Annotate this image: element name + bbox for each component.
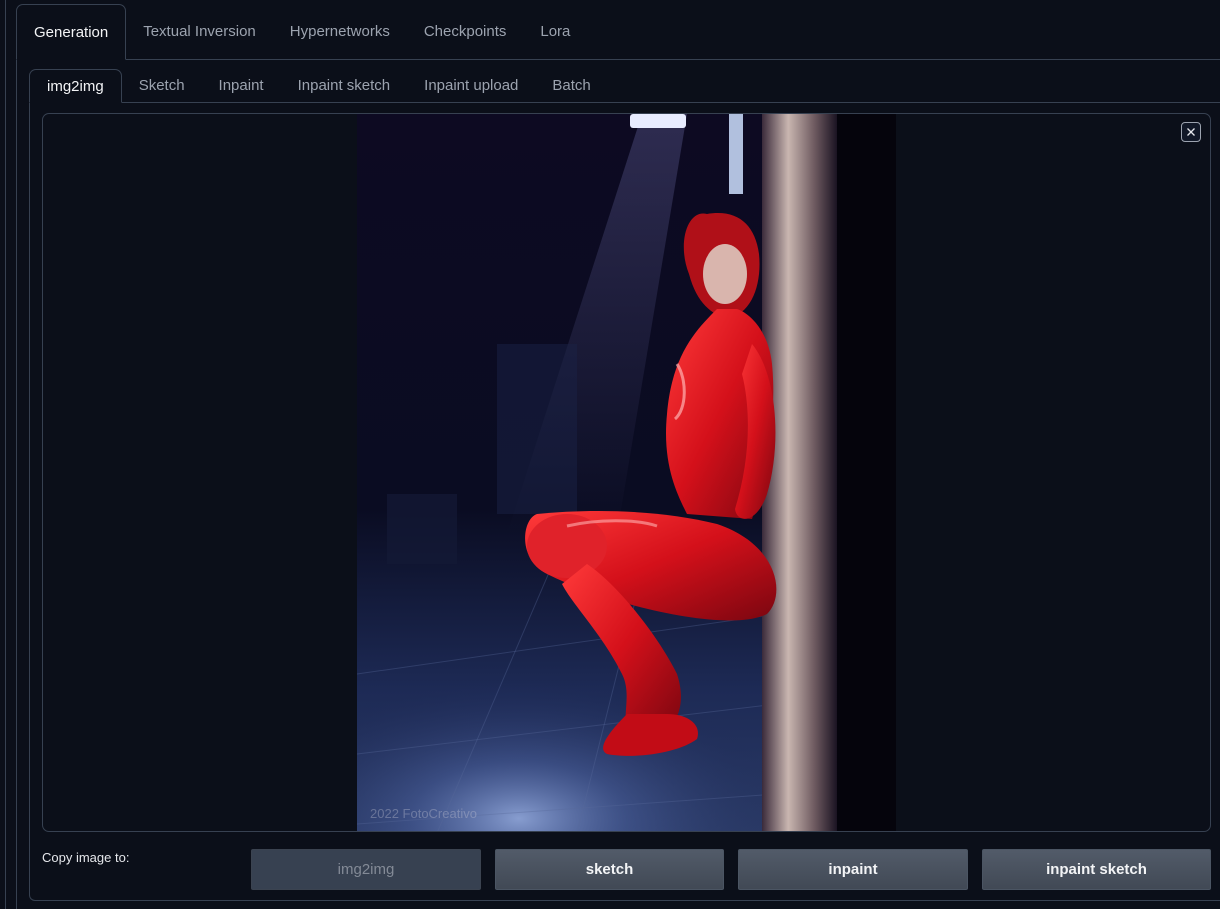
copy-to-inpaint-button[interactable]: inpaint — [738, 849, 968, 890]
image-watermark: 2022 FotoCreativo — [370, 806, 477, 821]
tab-checkpoints[interactable]: Checkpoints — [407, 4, 524, 59]
input-image: 2022 FotoCreativo — [357, 114, 896, 831]
top-tab-bar: Generation Textual Inversion Hypernetwor… — [16, 4, 1220, 60]
tab-generation[interactable]: Generation — [16, 4, 127, 60]
copy-to-inpaint-sketch-button[interactable]: inpaint sketch — [982, 849, 1211, 890]
sub-tab-bar: img2img Sketch Inpaint Inpaint sketch In… — [29, 69, 1220, 103]
copy-to-img2img-button[interactable]: img2img — [251, 849, 481, 890]
copy-image-to-label: Copy image to: — [42, 850, 130, 865]
tab-inpaint-upload[interactable]: Inpaint upload — [407, 69, 535, 102]
tab-sketch[interactable]: Sketch — [122, 69, 202, 102]
tab-inpaint[interactable]: Inpaint — [202, 69, 281, 102]
image-input-area[interactable]: 2022 FotoCreativo — [42, 113, 1211, 832]
close-icon — [1187, 128, 1195, 136]
copy-to-sketch-button[interactable]: sketch — [495, 849, 724, 890]
tab-textual-inversion[interactable]: Textual Inversion — [126, 4, 273, 59]
tab-lora[interactable]: Lora — [523, 4, 587, 59]
tab-img2img[interactable]: img2img — [29, 69, 122, 103]
page-left-border — [0, 0, 6, 909]
clear-image-button[interactable] — [1181, 122, 1201, 142]
tab-hypernetworks[interactable]: Hypernetworks — [273, 4, 407, 59]
tab-batch[interactable]: Batch — [535, 69, 607, 102]
tab-inpaint-sketch[interactable]: Inpaint sketch — [281, 69, 408, 102]
